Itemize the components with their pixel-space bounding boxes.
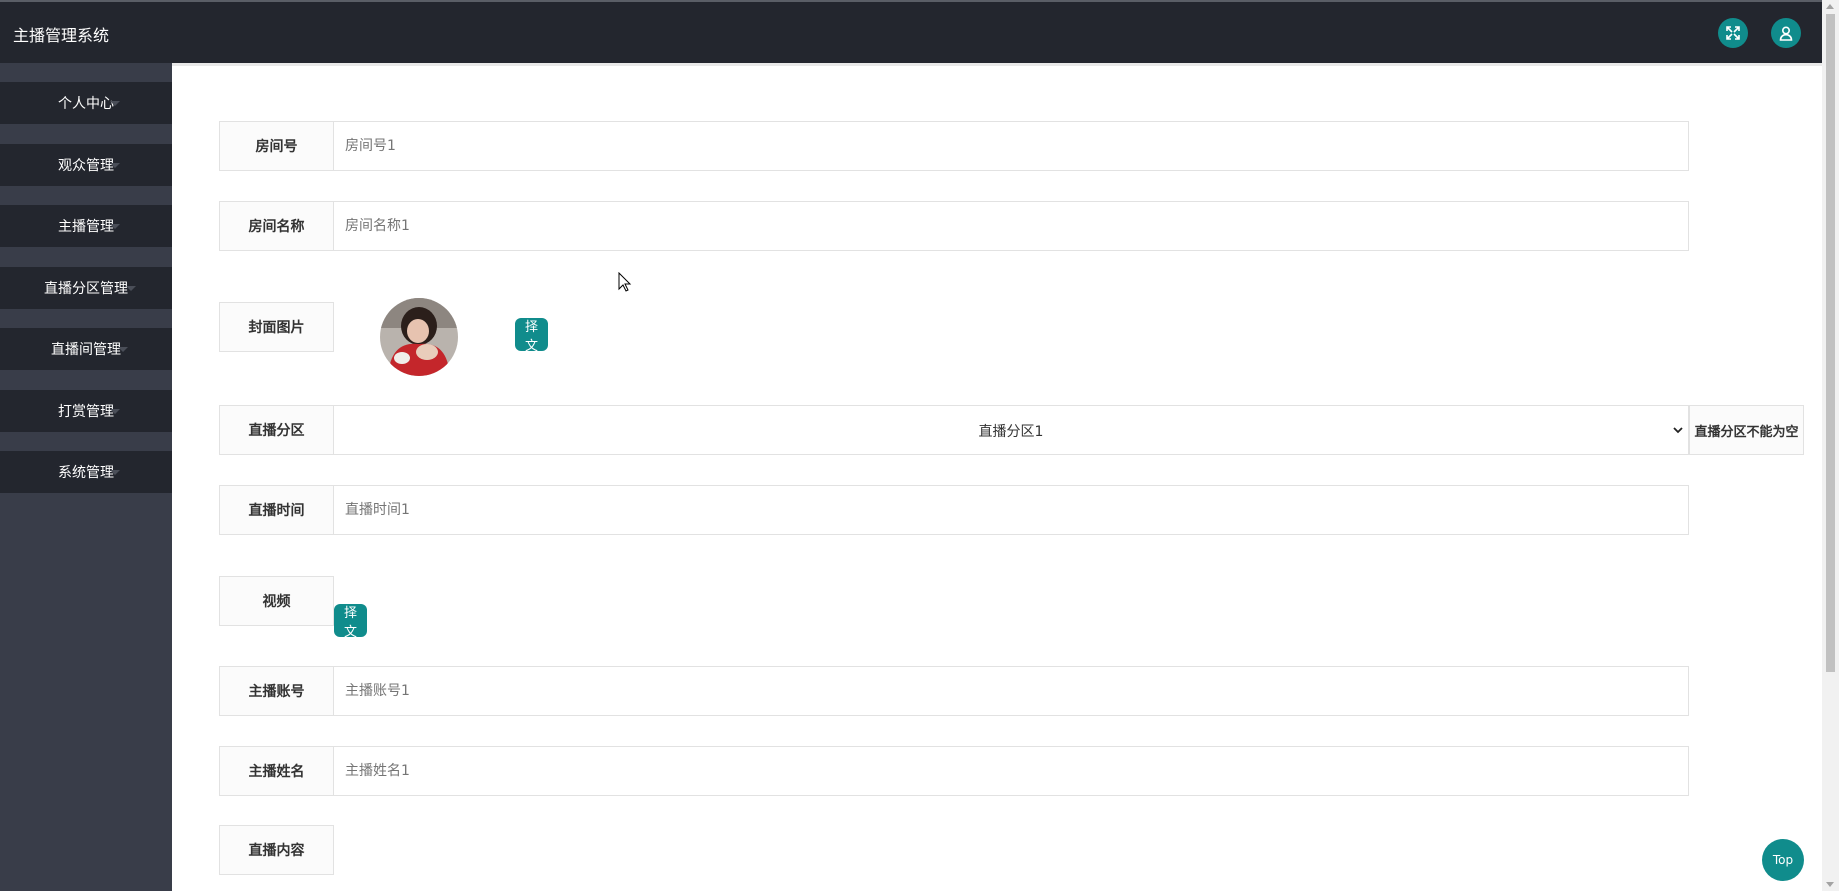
- fullscreen-icon: [1726, 26, 1740, 40]
- mouse-cursor-icon: [618, 272, 632, 292]
- sidebar-item-label: 直播间管理: [51, 342, 121, 358]
- sidebar-item-label: 主播管理: [58, 219, 114, 235]
- category-select[interactable]: 直播分区1: [333, 405, 1689, 455]
- sidebar-item-audience[interactable]: 观众管理: [0, 144, 172, 186]
- main-content: 房间号 房间名称 封面图片 选择文件 直播分区 直播分区1: [172, 63, 1822, 891]
- video-choose-file-button[interactable]: 选择文件: [334, 587, 368, 659]
- sidebar-item-label: 个人中心: [58, 96, 114, 112]
- caret-down-icon: [118, 347, 128, 352]
- caret-down-icon: [110, 409, 120, 414]
- category-selected-value: 直播分区1: [978, 424, 1044, 440]
- cover-choose-file-button[interactable]: 选择文件: [515, 301, 549, 373]
- caret-down-icon: [110, 101, 120, 106]
- live-content-label: 直播内容: [219, 825, 334, 875]
- room-no-label: 房间号: [219, 121, 334, 171]
- sidebar-item-live-room[interactable]: 直播间管理: [0, 328, 172, 370]
- caret-down-icon: [110, 470, 120, 475]
- anchor-name-input[interactable]: [333, 746, 1689, 796]
- top-header: 主播管理系统: [0, 0, 1822, 63]
- room-no-input[interactable]: [333, 121, 1689, 171]
- app-title: 主播管理系统: [13, 26, 110, 45]
- user-icon: [1779, 26, 1793, 41]
- scrollbar-thumb[interactable]: [1826, 14, 1835, 672]
- sidebar-item-label: 观众管理: [58, 158, 114, 174]
- sidebar-item-label: 打赏管理: [58, 404, 114, 420]
- scroll-down-arrow-icon[interactable]: [1826, 882, 1834, 887]
- fullscreen-button[interactable]: [1718, 18, 1748, 48]
- category-required-hint: 直播分区不能为空: [1689, 405, 1804, 455]
- sidebar-item-label: 直播分区管理: [44, 281, 128, 297]
- room-name-input[interactable]: [333, 201, 1689, 251]
- sidebar-item-system[interactable]: 系统管理: [0, 451, 172, 493]
- page-scrollbar[interactable]: [1822, 0, 1839, 891]
- room-name-label: 房间名称: [219, 201, 334, 251]
- cover-label: 封面图片: [219, 302, 334, 352]
- sidebar-item-anchor[interactable]: 主播管理: [0, 205, 172, 247]
- user-button[interactable]: [1771, 18, 1801, 48]
- chevron-down-icon: [1673, 427, 1683, 434]
- sidebar-item-label: 系统管理: [58, 465, 114, 481]
- category-label: 直播分区: [219, 405, 334, 455]
- sidebar-item-personal-center[interactable]: 个人中心: [0, 82, 172, 124]
- sidebar: 个人中心 观众管理 主播管理 直播分区管理 直播间管理 打赏管理 系统管理: [0, 63, 172, 891]
- cover-image-preview: [380, 298, 458, 376]
- anchor-account-input[interactable]: [333, 666, 1689, 716]
- caret-down-icon: [126, 286, 136, 291]
- sidebar-item-live-category[interactable]: 直播分区管理: [0, 267, 172, 309]
- scroll-up-arrow-icon[interactable]: [1826, 4, 1834, 9]
- caret-down-icon: [110, 163, 120, 168]
- anchor-name-label: 主播姓名: [219, 746, 334, 796]
- anchor-account-label: 主播账号: [219, 666, 334, 716]
- live-time-input[interactable]: [333, 485, 1689, 535]
- caret-down-icon: [110, 224, 120, 229]
- live-time-label: 直播时间: [219, 485, 334, 535]
- sidebar-item-reward[interactable]: 打赏管理: [0, 390, 172, 432]
- back-to-top-button[interactable]: Top: [1762, 839, 1804, 881]
- video-label: 视频: [219, 576, 334, 626]
